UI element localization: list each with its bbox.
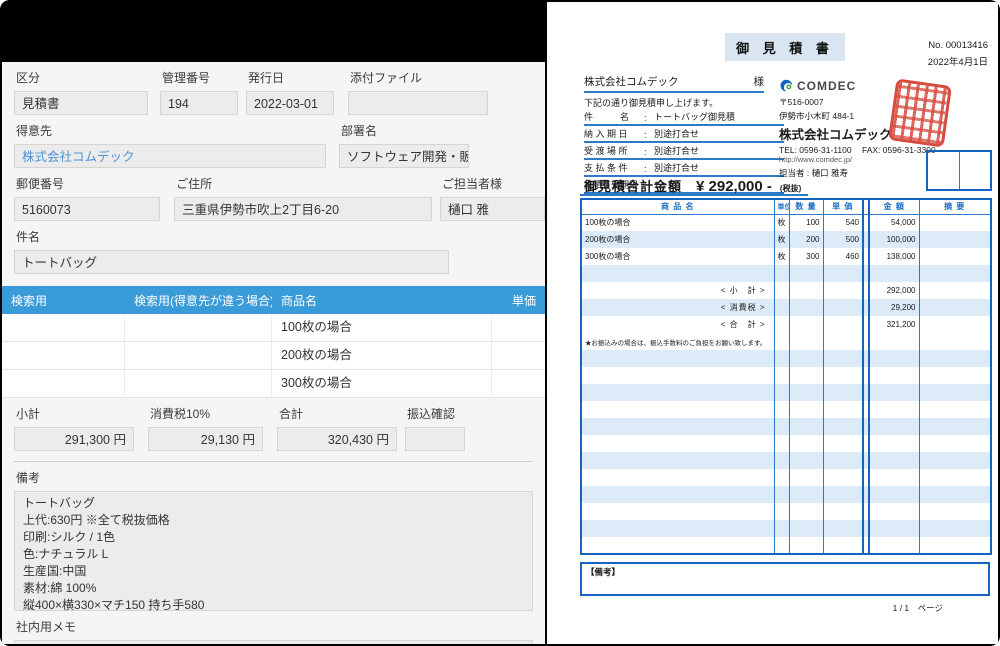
remarks-textarea[interactable]: トートバッグ 上代:630円 ※全て税抜価格 印刷:シルク / 1色 色:ナチュ… [14,491,533,612]
form-item-row-2[interactable]: 200枚の場合 [2,342,545,370]
tax-label: 消費税10% [150,407,211,421]
memo-input[interactable]: メモ [14,640,533,644]
header-unitprice: 単価 [511,293,536,308]
doc-greeting: 下記の通り御見積申し上げます。 [584,98,719,108]
busho-input[interactable]: ソフトウェア開発・販売 [339,144,469,168]
form-items-table: 検索用 検索用(得意先が違う場合) 商品名 単価 100枚の場合 200枚の場合 [2,286,545,398]
doc-number: No. 00013416 [928,40,988,51]
form-row-1: 区分 見積書 管理番号 194 発行日 2022-03-01 添付ファイル [2,62,545,115]
company-tanto: 担当者 : 樋口 雅寿 [779,168,848,178]
doc-page-indicator: 1 / 1 ページ [892,603,943,613]
subtotal-label: 小計 [16,407,41,421]
company-telfax: TEL: 0596-31-1100 FAX: 0596-31-3300 [779,145,939,155]
item-name-cell[interactable]: 100枚の場合 [272,314,492,341]
doc-remarks-box: 【備考】 [580,562,990,596]
doc-table-header: 商 品 名 単位 数 量 単 価 金 額 摘 要 [581,199,991,215]
doc-item-row-1: 100枚の場合 枚 100 540 54,000 [581,214,991,231]
doc-customer-name: 株式会社コムデック [584,76,679,88]
hakko-label: 発行日 [248,71,285,85]
grand-total-amount: ¥ 292,000 - [696,178,772,195]
subtotal-input[interactable]: 291,300 円 [14,427,134,451]
app-window: 区分 見積書 管理番号 194 発行日 2022-03-01 添付ファイル 得意… [0,0,1000,646]
doc-subtotal-row: < 小 計 > 292,000 [581,282,991,299]
doc-items-table: 商 品 名 単位 数 量 単 価 金 額 摘 要 100枚の場合 枚 100 5… [580,198,992,555]
hakko-date-input[interactable]: 2022-03-01 [246,91,334,115]
doc-tax-row: < 消費税 > 29,200 [581,299,991,316]
total-label: 合計 [279,407,304,421]
estimate-preview-panel[interactable]: 御 見 積 書 No. 00013416 2022年4月1日 株式会社コムデック… [547,2,998,644]
doc-title: 御 見 積 書 [725,33,845,61]
doc-transfer-note-row: ★お振込みの場合は、振込手数料のご負担をお願い致します。 [581,333,991,350]
tanto-input[interactable]: 樋口 雅 [439,197,545,221]
doc-item-row-3: 300枚の場合 枚 300 460 138,000 [581,248,991,265]
doc-customer-honorific: 様 [753,76,765,88]
item-name-cell[interactable]: 300枚の場合 [272,370,492,397]
form-totals-row: 小計 291,300 円 消費税10% 29,130 円 合計 320,430 … [2,398,545,451]
jusho-label: ご住所 [176,177,213,191]
meta-row-shiharai: 支 払 条 件 : 別途打合せ [584,161,784,177]
transfer-check-label: 振込確認 [407,407,456,421]
form-item-row-1[interactable]: 100枚の場合 [2,314,545,342]
tanto-label: ご担当者様 [441,177,502,191]
kubun-input[interactable]: 見積書 [14,91,148,115]
company-seal-icon [887,78,953,148]
estimate-form: 区分 見積書 管理番号 194 発行日 2022-03-01 添付ファイル 得意… [2,62,545,644]
doc-empty-row [581,265,991,282]
grand-total-underline [580,194,808,196]
busho-label: 部署名 [341,124,378,138]
doc-grand-total: 御見積合計金額 ¥ 292,000 - (税抜) [584,176,801,195]
estimate-form-panel: 区分 見積書 管理番号 194 発行日 2022-03-01 添付ファイル 得意… [0,0,547,646]
memo-label: 社内用メモ [16,620,77,634]
form-memo-row: 社内用メモ メモ [2,611,545,644]
tempu-label: 添付ファイル [350,71,423,85]
tax-input[interactable]: 29,130 円 [148,427,263,451]
tempu-file-input[interactable] [348,91,488,115]
meta-row-kenmei: 件 名 : トートバッグ御見積 [584,110,784,126]
header-search: 検索用 [11,293,48,308]
doc-item-row-2: 200枚の場合 枚 200 500 100,000 [581,231,991,248]
form-row-3: 郵便番号 5160073 ご住所 三重県伊勢市吹上2丁目6-20 ご担当者様 樋… [2,168,545,221]
form-remarks-row: 備考 トートバッグ 上代:630円 ※全て税抜価格 印刷:シルク / 1色 色:… [2,462,545,612]
company-tel: TEL: 0596-31-1100 [779,145,852,155]
kanri-input[interactable]: 194 [160,91,238,115]
item-name-cell[interactable]: 200枚の場合 [272,342,492,369]
company-fax: FAX: 0596-31-3300 [862,145,936,155]
doc-remarks-label: 【備考】 [586,567,621,577]
grand-total-note: (税抜) [779,184,802,193]
header-product: 商品名 [281,293,318,308]
form-row-2: 得意先 株式会社コムデック 部署名 ソフトウェア開発・販売 [2,115,545,168]
form-row-4: 件名 トートバッグ [2,221,545,274]
kenmei-label: 件名 [16,230,41,244]
meta-row-nonyu: 納 入 期 日 : 別途打合せ [584,127,784,143]
grand-total-label: 御見積合計金額 [584,179,683,194]
comdec-logo-icon [780,79,793,92]
doc-date: 2022年4月1日 [927,57,988,68]
total-input[interactable]: 320,430 円 [277,427,397,451]
jusho-input[interactable]: 三重県伊勢市吹上2丁目6-20 [174,197,432,221]
company-url: http://www.comdec.jp/ [779,155,852,164]
tokuisaki-label: 得意先 [16,124,53,138]
form-item-row-3[interactable]: 300枚の場合 [2,370,545,398]
yubin-input[interactable]: 5160073 [14,197,161,221]
kanri-label: 管理番号 [162,71,211,85]
kubun-label: 区分 [16,71,41,85]
doc-total-row: < 合 計 > 321,200 [581,316,991,333]
header-search-alt: 検索用(得意先が違う場合) [134,293,272,308]
approval-stamp-box [926,150,992,191]
yubin-label: 郵便番号 [16,177,65,191]
tokuisaki-input[interactable]: 株式会社コムデック [14,144,326,168]
kenmei-input[interactable]: トートバッグ [14,250,449,274]
transfer-check-input[interactable] [405,427,465,451]
doc-customer-line: 株式会社コムデック 様 [584,74,764,93]
form-items-header: 検索用 検索用(得意先が違う場合) 商品名 単価 [2,286,545,314]
remarks-label: 備考 [16,471,41,485]
comdec-logo-text: COMDEC [797,78,857,93]
meta-row-ukewatashi: 受 渡 場 所 : 別途打合せ [584,144,784,160]
